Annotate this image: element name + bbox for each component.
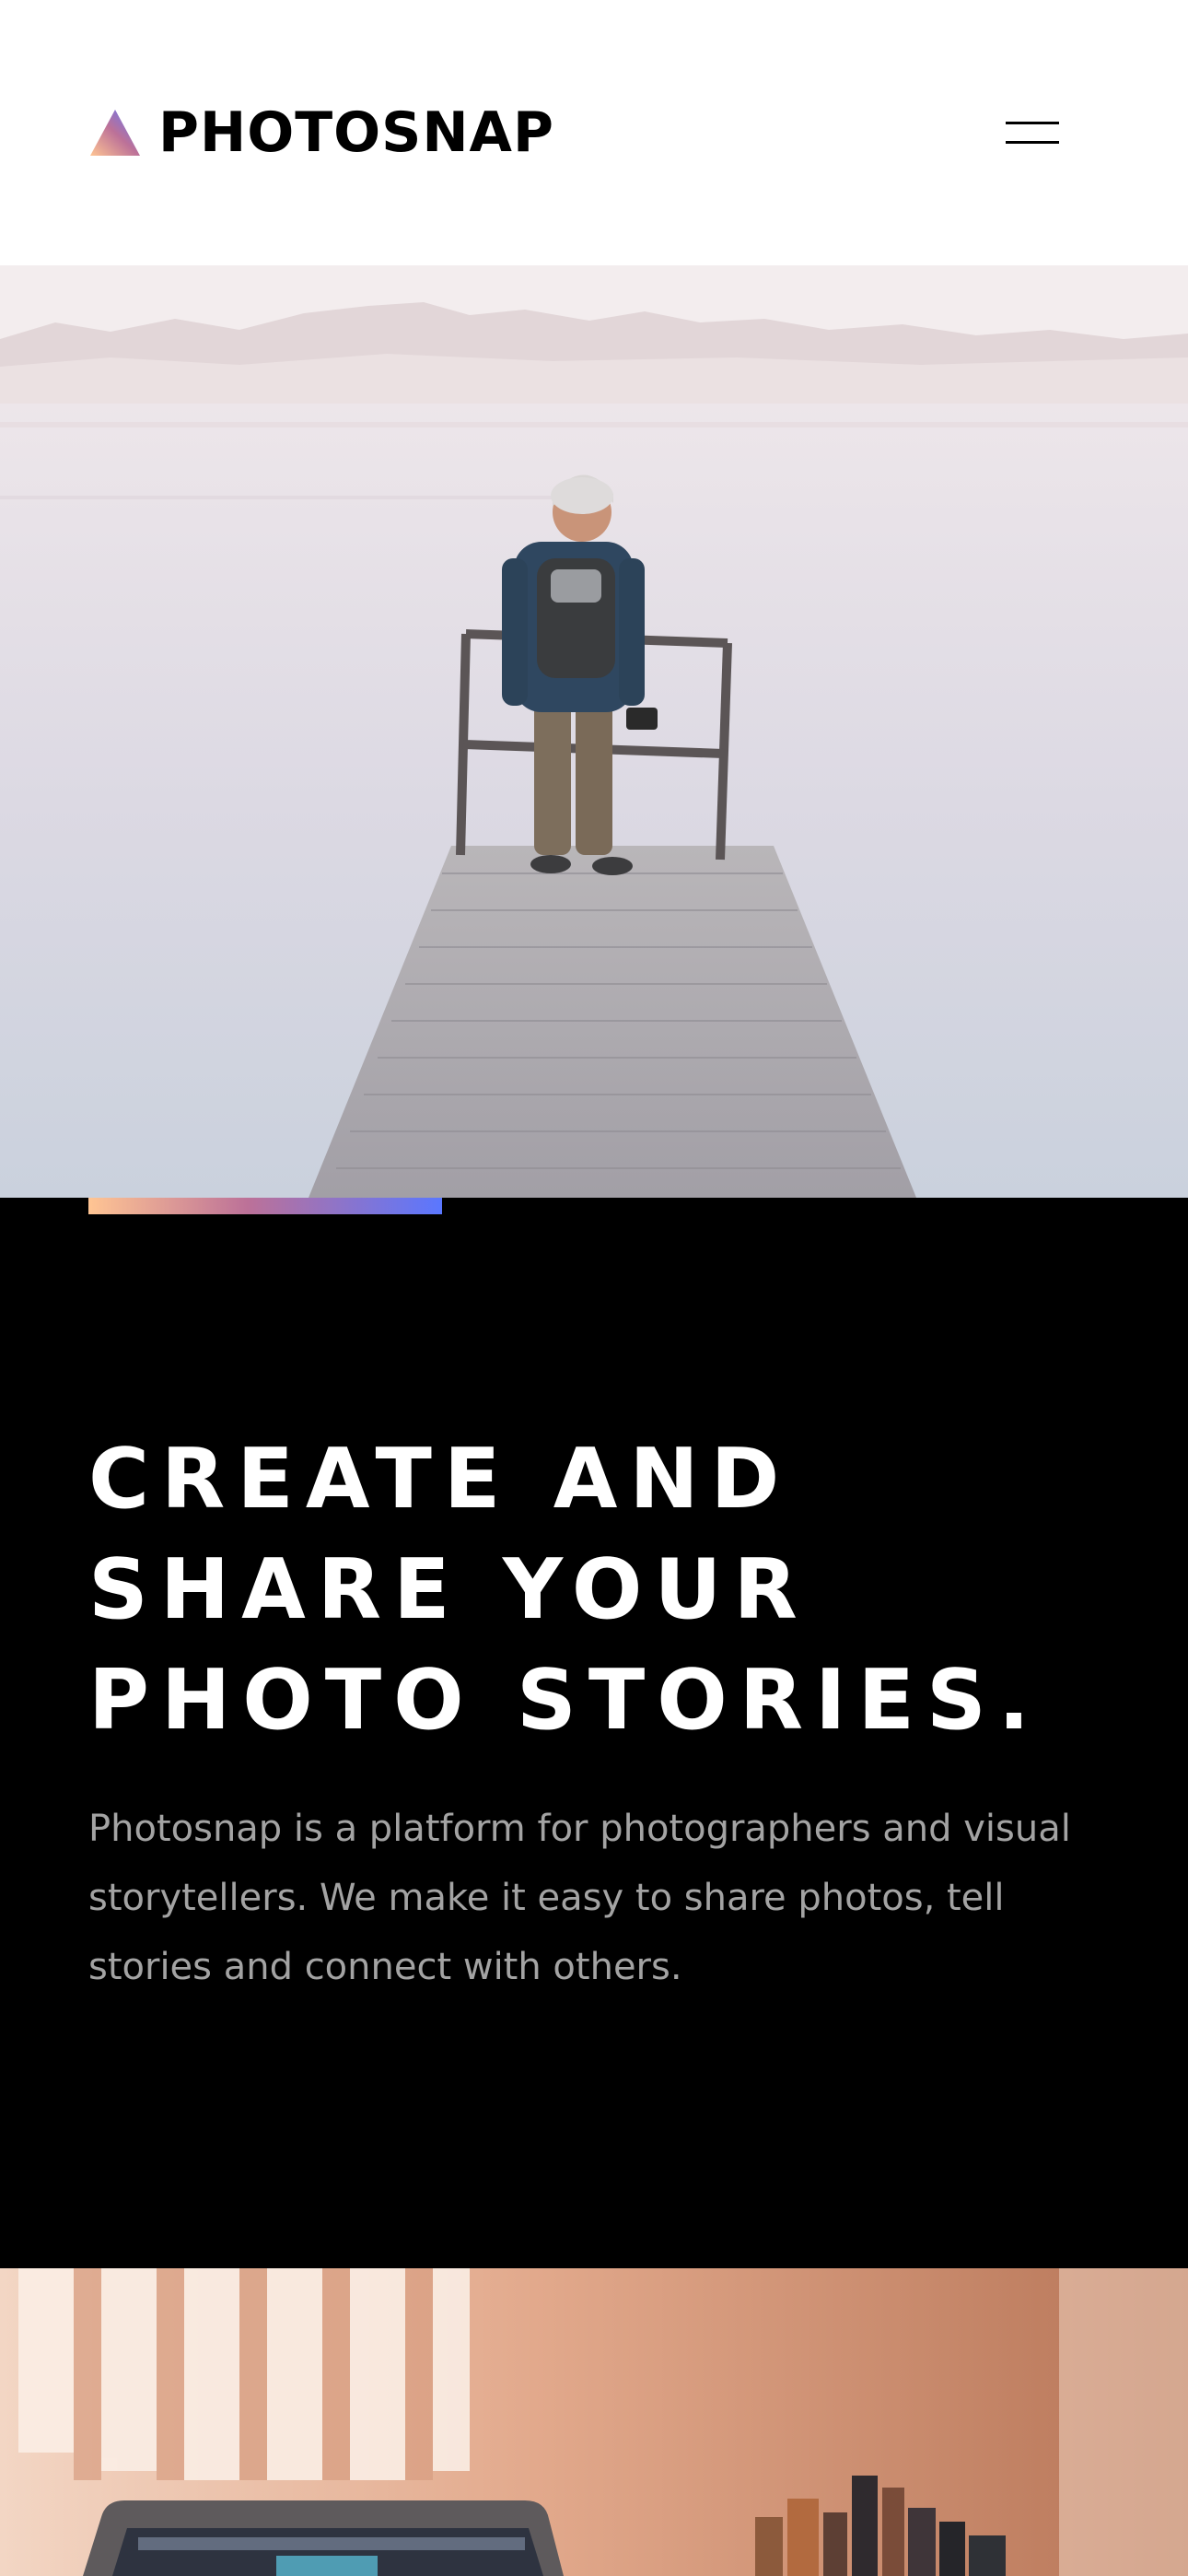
site-header: PHOTOSNAP — [0, 0, 1188, 265]
intro-title-line-3: PHOTO STORIES. — [88, 1652, 1042, 1749]
brand-name: PHOTOSNAP — [158, 100, 554, 165]
hero-image — [0, 265, 1188, 1198]
menu-line-top — [1006, 122, 1059, 124]
intro-title-line-1: CREATE AND — [88, 1431, 792, 1528]
intro-title-line-2: SHARE YOUR — [88, 1541, 809, 1638]
intro-section: CREATE AND SHARE YOUR PHOTO STORIES. Pho… — [0, 1198, 1188, 2268]
logo-triangle-icon — [90, 110, 140, 156]
hamburger-menu-icon[interactable] — [1002, 116, 1063, 149]
menu-line-bottom — [1006, 141, 1059, 144]
hero-photo-illustration — [0, 265, 1188, 1198]
intro-description: Photosnap is a platform for photographer… — [88, 1808, 1071, 1988]
feature-image — [0, 2268, 1188, 2576]
feature-photo-illustration — [0, 2268, 1188, 2576]
intro-title: CREATE AND SHARE YOUR PHOTO STORIES. — [88, 1424, 1120, 1756]
brand-logo[interactable]: PHOTOSNAP — [88, 100, 554, 166]
gradient-accent-bar — [88, 1198, 442, 1214]
